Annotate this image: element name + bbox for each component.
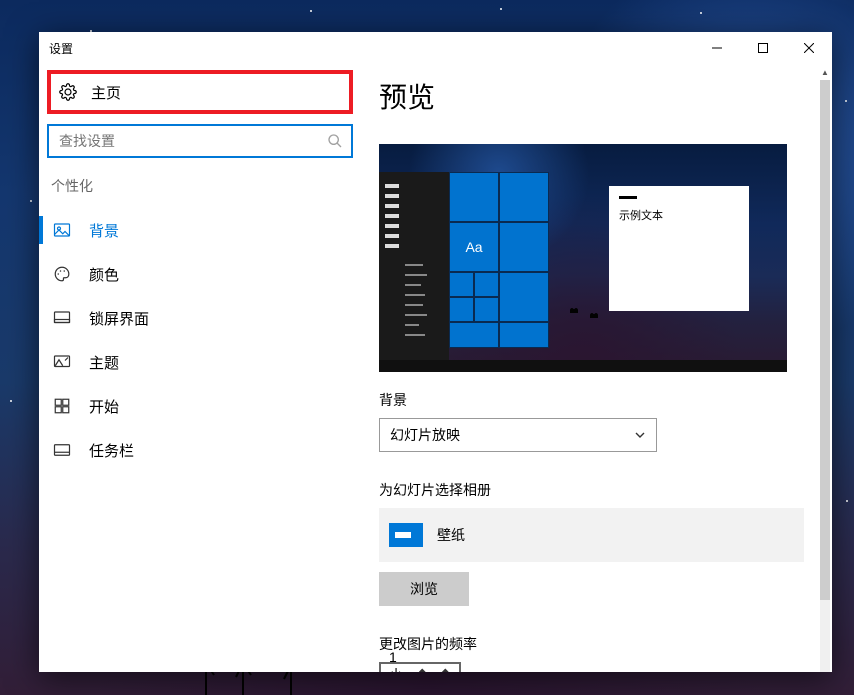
browse-button[interactable]: 浏览 xyxy=(379,572,469,606)
sidebar-item-background[interactable]: 背景 xyxy=(39,208,361,252)
close-button[interactable] xyxy=(786,32,832,64)
close-icon xyxy=(804,43,814,53)
background-label: 背景 xyxy=(379,390,772,410)
content-pane: 预览 xyxy=(361,64,832,672)
sidebar-item-label: 主题 xyxy=(89,352,119,373)
sidebar-item-label: 任务栏 xyxy=(89,440,134,461)
sidebar-item-label: 颜色 xyxy=(89,264,119,285)
preview-taskbar xyxy=(379,360,787,372)
window-title: 设置 xyxy=(49,40,73,57)
settings-window: 设置 ▲ 主页 xyxy=(39,32,832,672)
frequency-value: 1 小时 xyxy=(389,649,414,672)
chevron-down-icon xyxy=(414,657,454,672)
sidebar-item-themes[interactable]: 主题 xyxy=(39,340,361,384)
minimize-icon xyxy=(712,43,722,53)
album-value: 壁纸 xyxy=(437,525,465,545)
frequency-label: 更改图片的频率 xyxy=(379,634,772,654)
sidebar-item-lockscreen[interactable]: 锁屏界面 xyxy=(39,296,361,340)
scrollbar-up-icon[interactable]: ▲ xyxy=(818,64,832,80)
preview-start-panel xyxy=(379,172,449,360)
search-field[interactable] xyxy=(47,124,353,158)
palette-icon xyxy=(53,265,71,283)
album-thumb-icon xyxy=(389,523,423,547)
maximize-button[interactable] xyxy=(740,32,786,64)
sidebar-item-label: 开始 xyxy=(89,396,119,417)
sidebar: 主页 个性化 背景 颜色 xyxy=(39,64,361,672)
sidebar-item-start[interactable]: 开始 xyxy=(39,384,361,428)
start-icon xyxy=(53,397,71,415)
search-input[interactable] xyxy=(57,132,327,150)
preview-aa-label: Aa xyxy=(465,239,482,255)
chevron-down-icon xyxy=(634,429,646,441)
camel-icon xyxy=(589,309,599,319)
window-controls xyxy=(694,32,832,64)
preview-sample-window: 示例文本 xyxy=(609,186,749,311)
lockscreen-icon xyxy=(53,309,71,327)
preview-heading: 预览 xyxy=(379,76,772,116)
category-label: 个性化 xyxy=(51,176,361,196)
frequency-dropdown[interactable]: 1 小时 xyxy=(379,662,461,672)
minimize-button[interactable] xyxy=(694,32,740,64)
sidebar-item-colors[interactable]: 颜色 xyxy=(39,252,361,296)
titlebar: 设置 xyxy=(39,32,832,64)
scrollbar-thumb[interactable] xyxy=(820,80,830,600)
camel-icon xyxy=(569,304,579,314)
search-icon xyxy=(327,133,343,149)
preview-tiles: Aa xyxy=(449,172,549,360)
gear-icon xyxy=(59,83,77,101)
album-row[interactable]: 壁纸 xyxy=(379,508,804,562)
home-label: 主页 xyxy=(91,82,121,103)
maximize-icon xyxy=(758,43,768,53)
background-dropdown[interactable]: 幻灯片放映 xyxy=(379,418,657,452)
sidebar-item-label: 背景 xyxy=(89,220,119,241)
desktop-preview: Aa 示例文本 xyxy=(379,144,787,372)
background-dropdown-value: 幻灯片放映 xyxy=(390,425,460,445)
themes-icon xyxy=(53,353,71,371)
taskbar-icon xyxy=(53,441,71,459)
picture-icon xyxy=(53,221,71,239)
sidebar-item-label: 锁屏界面 xyxy=(89,308,149,329)
sidebar-item-taskbar[interactable]: 任务栏 xyxy=(39,428,361,472)
home-button[interactable]: 主页 xyxy=(47,70,353,114)
preview-sample-text: 示例文本 xyxy=(619,207,739,223)
album-label: 为幻灯片选择相册 xyxy=(379,480,772,500)
